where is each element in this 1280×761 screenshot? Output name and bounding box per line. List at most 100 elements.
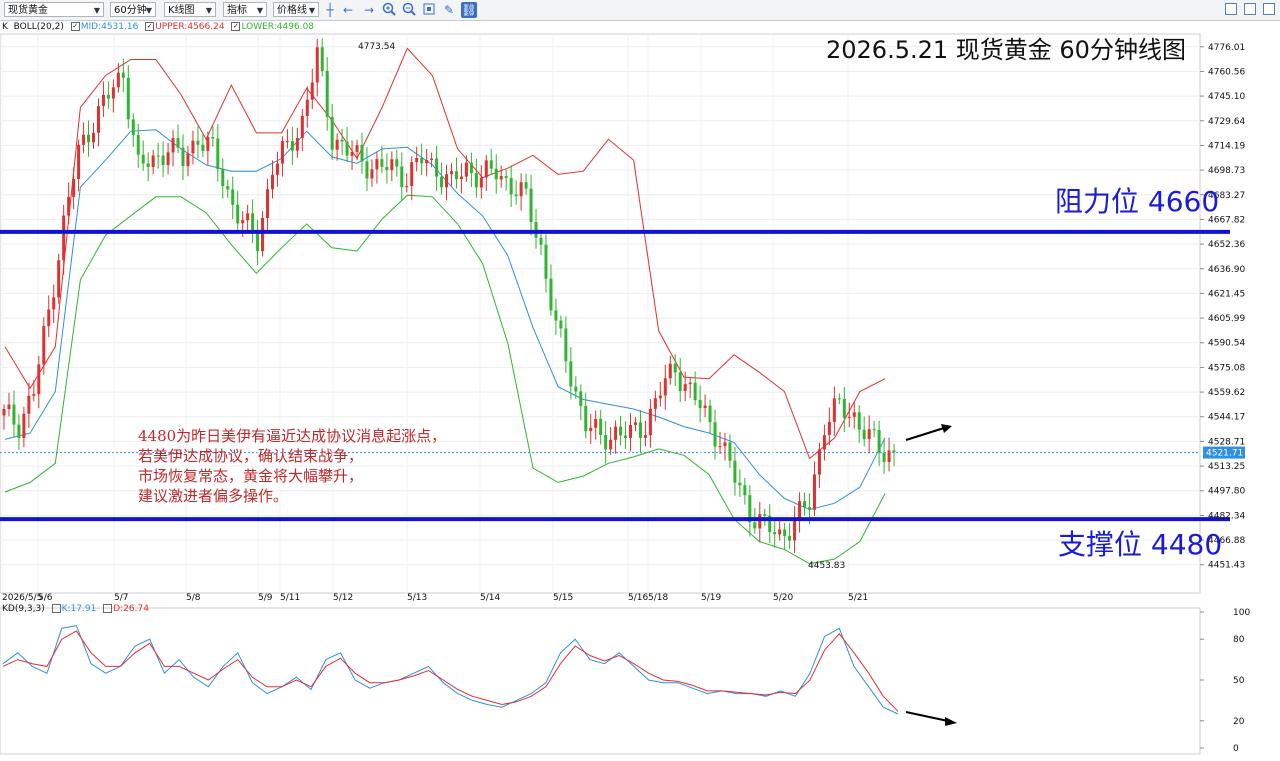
candle-body [121,72,125,78]
candle-body [872,429,876,431]
candle-body [47,309,51,327]
price-tick-label: 4636.90 [1208,265,1245,275]
candle-body [842,398,846,418]
price-tick-label: 4652.36 [1208,240,1245,250]
candle-body [435,158,439,177]
price-tick-label: 4698.73 [1208,166,1245,176]
candle-body [564,328,568,362]
candle-body [400,166,404,188]
candle-body [131,119,135,136]
candle-body [653,398,657,409]
candle-body [171,138,175,153]
candle-body [410,162,414,186]
candle-body [678,372,682,392]
kd-tick-label: 0 [1233,744,1239,754]
candle-body [380,159,384,167]
candle-body [365,161,369,179]
candle-body [827,421,831,436]
note-line: 4480为昨日美伊有逼近达成协议消息起涨点， [138,427,447,445]
date-label: 5/6 [38,593,53,603]
chart-grid [0,33,1201,594]
candle-body [549,278,553,311]
price-tick-label: 4528.71 [1208,437,1245,447]
candle-body [42,326,46,365]
candle-body [315,47,319,83]
candle-body [355,145,359,153]
candle-body [857,412,861,430]
candle-body [146,163,150,167]
up-arrow-shaft [905,427,945,441]
note-line: 建议激进者偏多操作。 [138,487,289,505]
candle-body [161,155,165,166]
candle-body [569,361,573,387]
candle-body [584,405,588,431]
kd-indicator-name: KD(9,3,3) [2,604,45,614]
candle-body [77,144,81,179]
kd-tick-label: 100 [1233,608,1250,618]
candle-body [415,157,419,163]
candle-body [509,178,513,195]
candle-body [72,178,76,197]
candle-body [350,152,354,156]
candle-body [718,446,722,448]
candle-body [454,171,458,180]
candle-body [420,157,424,164]
candle-body [514,194,518,197]
candle-body [529,188,533,222]
candle-body [32,394,36,396]
candle-body [862,429,866,440]
candle-body [126,77,130,120]
price-tick-label: 4605.99 [1208,314,1245,324]
candle-body [62,215,66,261]
price-tick-label: 4513.25 [1208,462,1245,472]
candle-body [405,185,409,188]
kd-tick-label: 50 [1233,676,1245,686]
price-tick-label: 4497.80 [1208,487,1245,497]
d-checkbox[interactable] [103,604,113,613]
candle-body [191,140,195,154]
candle-body [430,158,434,160]
candle-body [156,155,160,157]
candle-body [633,422,637,425]
date-label: 5/15 [553,593,573,603]
candle-body [882,452,886,463]
candle-body [375,159,379,170]
trend-arrows [905,424,957,726]
price-chart[interactable]: 4776.01 4760.56 4745.10 4729.64 4714.19 4698.… [0,0,1280,761]
candle-body [643,435,647,438]
candle-body [683,384,687,392]
date-axis: 2026/5/55/6 5/7 5/8 5/9 5/11 5/12 5/13 5/14 5/15… [2,593,868,603]
kd-panel-frame [0,607,1201,755]
candle-body [37,364,41,395]
kd-panel [0,607,1201,755]
candle-body [320,47,324,72]
candle-body [201,144,205,151]
candle-body [226,186,230,190]
kd-axis: 100 80 50 20 0 [1200,608,1250,754]
candle-body [300,115,304,139]
candle-body [211,137,215,139]
candlesticks [2,38,896,553]
candle-body [285,141,289,143]
candle-body [67,196,71,216]
candle-body [544,244,548,279]
support-label: 支撑位 4480 [1058,528,1223,561]
candle-body [236,204,240,224]
candle-body [186,153,190,167]
candle-body [817,449,821,475]
price-tick-label: 4621.45 [1208,289,1245,299]
date-label: 2026/5/5 [2,593,42,603]
candle-body [663,378,667,396]
candle-body [390,159,394,171]
candle-body [698,400,702,409]
candle-body [261,217,265,252]
candle-body [425,159,429,164]
candle-body [852,412,856,417]
candle-body [280,141,284,164]
k-checkbox[interactable] [51,604,61,613]
candle-body [589,427,593,431]
candle-body [166,152,170,166]
candle-body [803,501,807,508]
candle-body [464,162,468,177]
candle-body [778,529,782,535]
